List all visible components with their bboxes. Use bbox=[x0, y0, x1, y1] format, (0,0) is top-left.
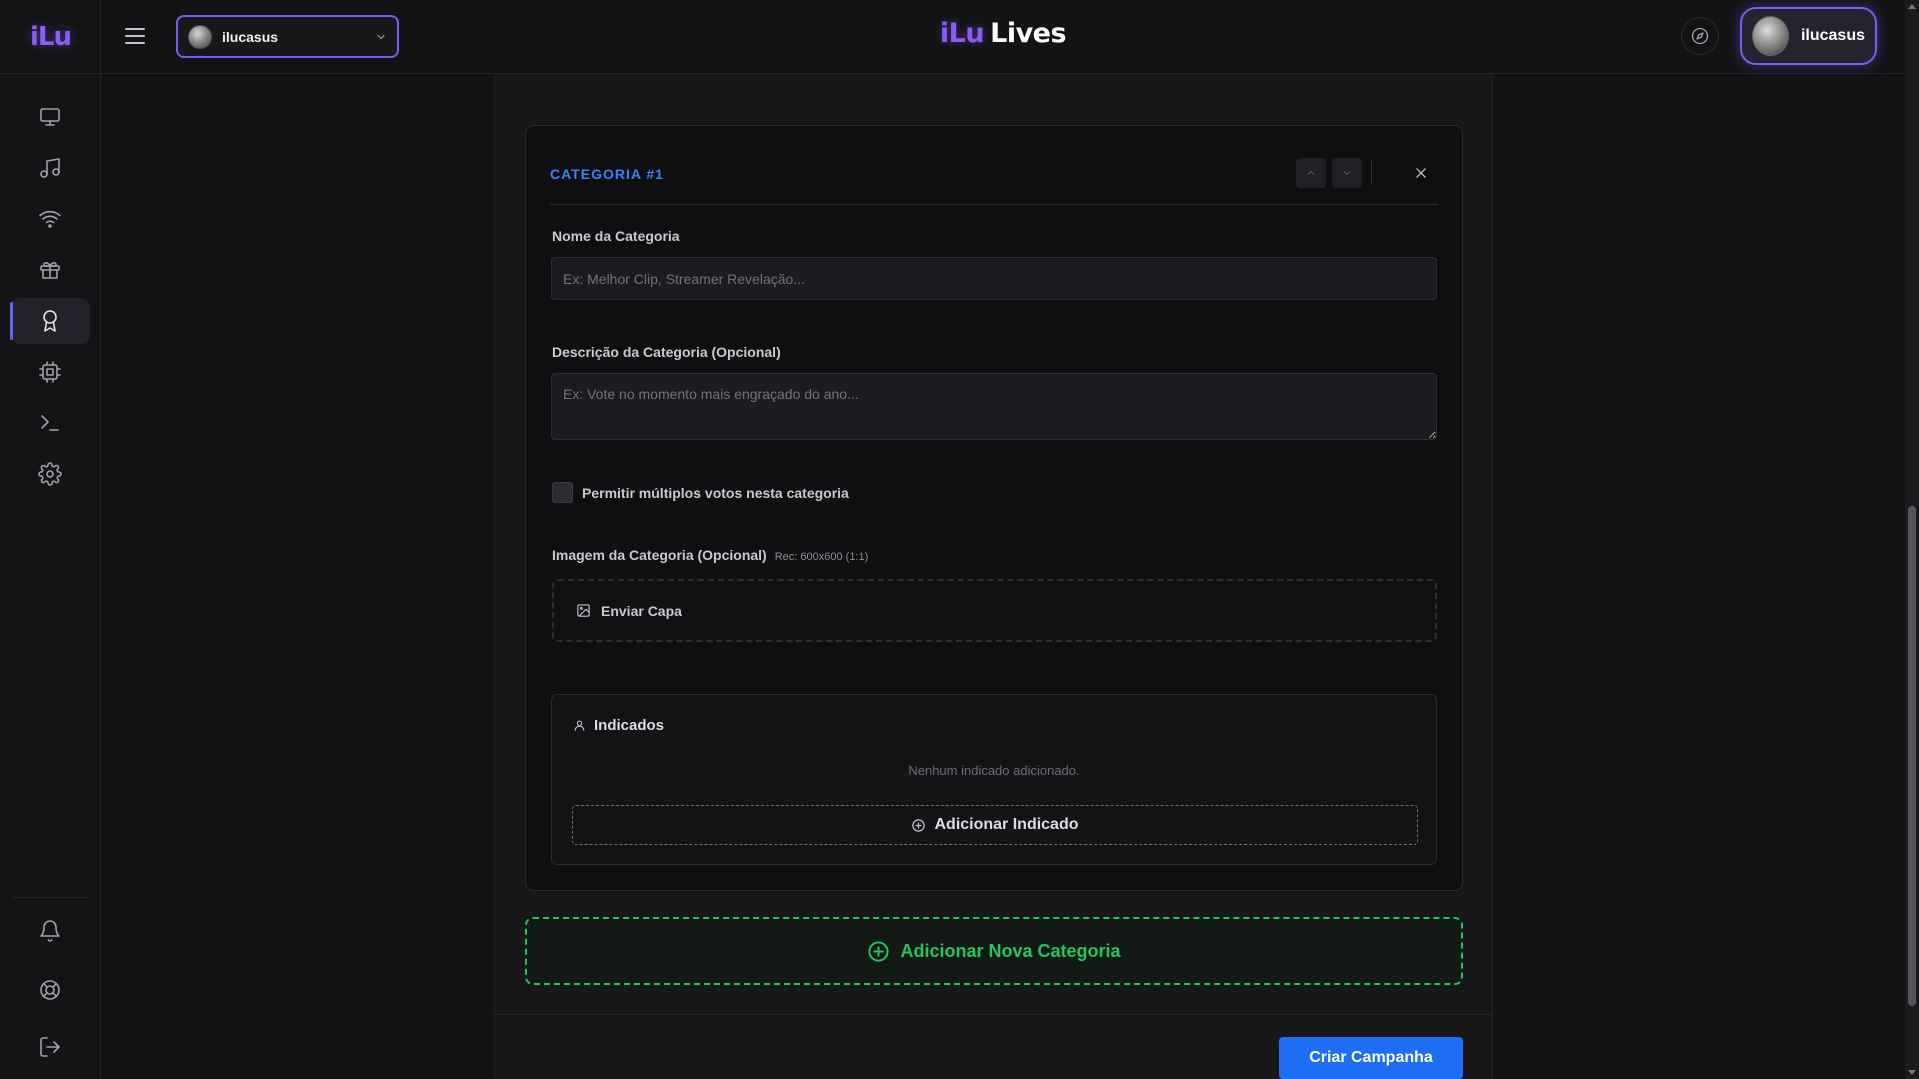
brand-suffix: Lives bbox=[990, 18, 1067, 49]
multiple-votes-label: Permitir múltiplos votos nesta categoria bbox=[582, 485, 849, 501]
user-avatar bbox=[1752, 16, 1789, 56]
category-name-label: Nome da Categoria bbox=[552, 228, 680, 244]
hamburger-icon bbox=[125, 28, 145, 44]
sidebar-item-live[interactable] bbox=[10, 196, 90, 242]
add-category-button[interactable]: Adicionar Nova Categoria bbox=[525, 917, 1463, 985]
category-image-hint: Rec: 600x600 (1:1) bbox=[774, 551, 869, 563]
category-title: CATEGORIA #1 bbox=[550, 166, 664, 182]
music-note-icon bbox=[40, 158, 60, 178]
controls-divider bbox=[1371, 160, 1372, 184]
chevron-down-icon bbox=[1343, 170, 1351, 176]
sidebar-item-logout[interactable] bbox=[10, 1024, 90, 1070]
channel-avatar bbox=[188, 24, 212, 49]
close-icon bbox=[1416, 168, 1426, 178]
add-category-label: Adicionar Nova Categoria bbox=[900, 940, 1121, 961]
add-nominee-button[interactable]: Adicionar Indicado bbox=[572, 805, 1418, 845]
chevron-up-icon bbox=[1307, 170, 1315, 176]
sidebar-item-support[interactable] bbox=[10, 967, 90, 1013]
channel-name: ilucasus bbox=[222, 28, 279, 45]
nominees-empty-message: Nenhum indicado adicionado. bbox=[908, 763, 1080, 778]
user-menu-button[interactable]: ilucasus bbox=[1740, 7, 1877, 65]
wifi-icon bbox=[39, 210, 61, 228]
sidebar-divider bbox=[12, 897, 89, 898]
sidebar-item-gifts[interactable] bbox=[10, 247, 90, 293]
monitor-icon bbox=[40, 108, 60, 126]
nominees-header: Indicados bbox=[573, 717, 664, 734]
page-scrollbar[interactable] bbox=[1905, 0, 1919, 1079]
sidebar-item-integrations[interactable] bbox=[10, 349, 90, 395]
sidebar-item-terminal[interactable] bbox=[10, 400, 90, 446]
award-icon bbox=[43, 310, 57, 332]
gear-icon bbox=[38, 462, 62, 486]
topbar: ilucasus iLu Lives ilucasus bbox=[101, 0, 1905, 74]
sidebar: iLu bbox=[0, 0, 101, 1079]
scroll-down-arrow-icon[interactable] bbox=[1908, 1070, 1916, 1075]
footer-divider bbox=[495, 1014, 1492, 1015]
terminal-icon bbox=[41, 415, 59, 431]
create-campaign-label: Criar Campanha bbox=[1309, 1049, 1433, 1066]
brand-prefix: iLu bbox=[939, 18, 985, 49]
image-icon bbox=[577, 604, 590, 617]
sidebar-item-music[interactable] bbox=[10, 145, 90, 191]
compass-icon bbox=[1691, 27, 1709, 45]
nominees-section: Indicados Nenhum indicado adicionado. Ad… bbox=[551, 694, 1437, 865]
sidebar-logo[interactable]: iLu bbox=[0, 0, 101, 74]
brand-logo: iLu Lives bbox=[939, 18, 1067, 49]
logo-text: iLu bbox=[30, 21, 72, 52]
chip-icon bbox=[39, 361, 61, 383]
category-image-label: Imagem da Categoria (Opcional) Rec: 600x6… bbox=[552, 547, 868, 563]
move-down-button[interactable] bbox=[1332, 158, 1362, 188]
scroll-thumb[interactable] bbox=[1908, 506, 1916, 1006]
category-description-label: Descrição da Categoria (Opcional) bbox=[552, 344, 781, 360]
user-icon bbox=[574, 720, 585, 731]
channel-select[interactable]: ilucasus bbox=[176, 15, 399, 58]
category-description-input[interactable] bbox=[551, 373, 1437, 440]
plus-circle-icon bbox=[912, 818, 926, 832]
category-image-label-text: Imagem da Categoria (Opcional) bbox=[552, 547, 767, 563]
life-buoy-icon bbox=[40, 980, 60, 1000]
sidebar-item-settings[interactable] bbox=[10, 451, 90, 497]
gift-icon bbox=[40, 262, 60, 279]
nominees-title: Indicados bbox=[594, 717, 665, 734]
category-card: CATEGORIA #1 Nome da Categoria Descrição… bbox=[525, 125, 1463, 891]
scroll-up-arrow-icon[interactable] bbox=[1908, 4, 1916, 9]
move-up-button[interactable] bbox=[1296, 158, 1326, 188]
add-nominee-label: Adicionar Indicado bbox=[934, 816, 1079, 833]
upload-cover-label: Enviar Capa bbox=[601, 602, 682, 619]
explore-button[interactable] bbox=[1681, 17, 1719, 55]
multiple-votes-checkbox[interactable] bbox=[552, 482, 573, 503]
plus-circle-icon bbox=[868, 940, 890, 962]
sidebar-item-awards[interactable] bbox=[10, 298, 90, 344]
sidebar-item-monitor[interactable] bbox=[10, 94, 90, 140]
category-name-input[interactable] bbox=[551, 257, 1437, 300]
user-name: ilucasus bbox=[1800, 27, 1865, 44]
upload-cover-dropzone[interactable]: Enviar Capa bbox=[552, 579, 1437, 642]
menu-toggle-button[interactable] bbox=[121, 22, 149, 50]
campaign-form-panel: CATEGORIA #1 Nome da Categoria Descrição… bbox=[494, 74, 1493, 1079]
logout-icon bbox=[40, 1037, 60, 1057]
chevron-down-icon bbox=[377, 34, 385, 39]
create-campaign-button[interactable]: Criar Campanha bbox=[1279, 1037, 1463, 1079]
sidebar-item-notifications[interactable] bbox=[10, 908, 90, 954]
remove-category-button[interactable] bbox=[1406, 158, 1436, 188]
category-header-divider bbox=[550, 204, 1438, 205]
bell-icon bbox=[40, 920, 60, 942]
